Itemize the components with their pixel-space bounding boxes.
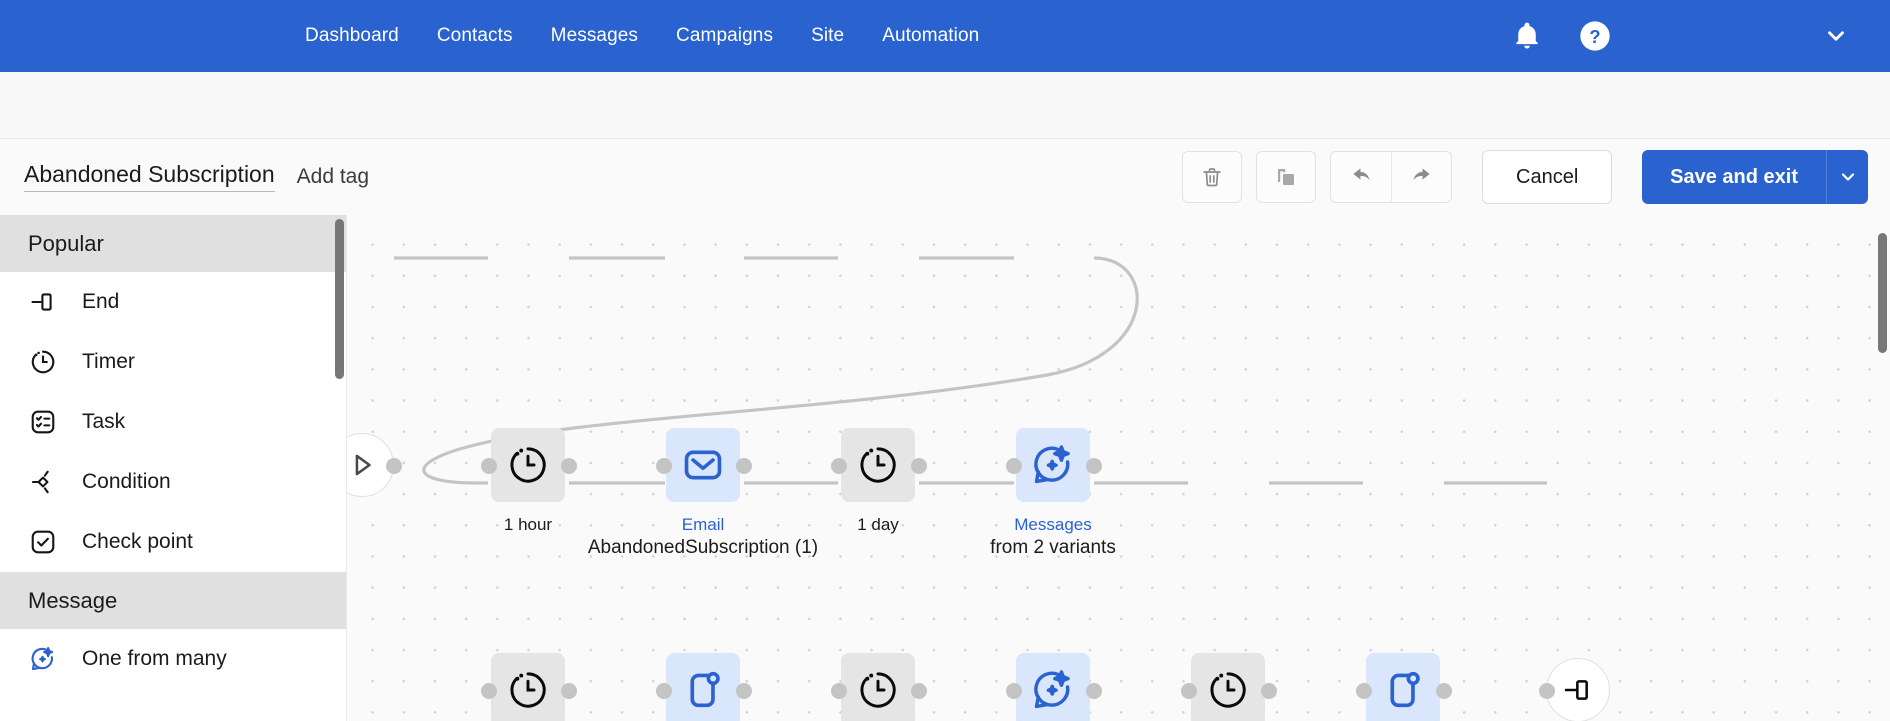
port-t5-in[interactable]	[1181, 683, 1197, 699]
port-t3-out[interactable]	[561, 683, 577, 699]
sidebar-group-message-header: Message	[0, 572, 346, 629]
toolbar-actions: Cancel Save and exit	[1182, 150, 1868, 204]
sidebar-item-label: Timer	[82, 350, 135, 373]
port-end-in[interactable]	[1539, 683, 1555, 699]
bell-icon[interactable]	[1510, 19, 1544, 53]
redo-button[interactable]	[1391, 152, 1451, 202]
help-icon[interactable]: ?	[1578, 19, 1612, 53]
port-m4-in[interactable]	[1006, 683, 1022, 699]
editor-toolbar: Abandoned Subscription Add tag Cancel Sa…	[0, 139, 1890, 215]
blocks-sidebar: Popular End Timer Task Condition Check p…	[0, 215, 347, 721]
port-t4-out[interactable]	[911, 683, 927, 699]
timer-icon	[28, 347, 58, 377]
add-tag-button[interactable]: Add tag	[297, 165, 369, 189]
sidebar-group-popular-header: Popular	[0, 215, 346, 272]
nav-right-group: ?	[1510, 0, 1890, 72]
sidebar-item-task[interactable]: Task	[0, 392, 346, 452]
delete-button[interactable]	[1182, 151, 1243, 203]
nav-link-campaigns[interactable]: Campaigns	[676, 25, 773, 47]
port-m5-out[interactable]	[1436, 683, 1452, 699]
port-t1-in[interactable]	[481, 458, 497, 474]
condition-icon	[28, 467, 58, 497]
port-m1-in[interactable]	[656, 458, 672, 474]
account-chevron-down-icon[interactable]	[1816, 16, 1856, 56]
port-t2-out[interactable]	[911, 458, 927, 474]
flow-node-mobile-push-2[interactable]	[1366, 653, 1440, 721]
port-t1-out[interactable]	[561, 458, 577, 474]
port-m2-in[interactable]	[1006, 458, 1022, 474]
undo-redo-group	[1330, 151, 1453, 203]
sidebar-item-label: Condition	[82, 470, 171, 493]
save-chevron-down-icon[interactable]	[1826, 150, 1868, 204]
copy-button[interactable]	[1256, 151, 1317, 203]
port-m4-out[interactable]	[1086, 683, 1102, 699]
port-m2-out[interactable]	[1086, 458, 1102, 474]
flow-node-timer-1-hour-label: 1 hour	[503, 515, 553, 534]
nav-link-site[interactable]: Site	[811, 25, 844, 47]
flow-node-timer-1-day-top-label: 1 day	[857, 515, 899, 534]
save-and-exit-button[interactable]: Save and exit	[1642, 150, 1826, 204]
end-icon	[28, 287, 58, 317]
port-m3-out[interactable]	[736, 683, 752, 699]
sidebar-item-label: One from many	[82, 647, 227, 670]
port-m3-in[interactable]	[656, 683, 672, 699]
flow-node-end[interactable]	[1546, 658, 1610, 721]
flow-node-timer-1-hour[interactable]	[491, 428, 565, 502]
port-t5-out[interactable]	[1261, 683, 1277, 699]
flow-node-mobile-push-1[interactable]	[666, 653, 740, 721]
port-start-out[interactable]	[386, 458, 402, 474]
undo-button[interactable]	[1331, 152, 1391, 202]
port-t2-in[interactable]	[831, 458, 847, 474]
flow-node-email-type: Email	[681, 515, 725, 534]
port-t4-in[interactable]	[831, 683, 847, 699]
editor-body: Popular End Timer Task Condition Check p…	[0, 215, 1890, 721]
top-navbar: Dashboard Contacts Messages Campaigns Si…	[0, 0, 1890, 72]
flow-node-email[interactable]	[666, 428, 740, 502]
sidebar-item-label: Check point	[82, 530, 193, 553]
sidebar-item-check-point[interactable]: Check point	[0, 512, 346, 572]
secondary-bar	[0, 72, 1890, 139]
cancel-button[interactable]: Cancel	[1482, 150, 1613, 204]
sidebar-item-condition[interactable]: Condition	[0, 452, 346, 512]
one-from-many-icon	[28, 644, 58, 674]
flow-node-messages-2-type: Messages	[1014, 515, 1092, 534]
nav-links: Dashboard Contacts Messages Campaigns Si…	[305, 25, 979, 47]
flow-node-messages-2-name: from 2 variants	[990, 537, 1116, 558]
flow-node-timer-1-day-top[interactable]	[841, 428, 915, 502]
sidebar-scrollbar[interactable]	[335, 219, 344, 379]
sidebar-item-timer[interactable]: Timer	[0, 332, 346, 392]
nav-link-messages[interactable]: Messages	[551, 25, 638, 47]
flow-node-timer-2-days-first[interactable]	[841, 653, 915, 721]
nav-link-automation[interactable]: Automation	[882, 25, 979, 47]
sidebar-item-label: Task	[82, 410, 126, 433]
save-group: Save and exit	[1642, 150, 1868, 204]
flow-node-messages-3-variants[interactable]	[1016, 653, 1090, 721]
canvas-scrollbar[interactable]	[1878, 233, 1887, 353]
flow-node-messages-2-variants[interactable]	[1016, 428, 1090, 502]
svg-text:?: ?	[1589, 26, 1600, 47]
sidebar-item-one-from-many[interactable]: One from many	[0, 629, 346, 689]
flow-canvas[interactable]: 1 hour Email AbandonedSubscription (1) 1…	[347, 215, 1890, 721]
task-icon	[28, 407, 58, 437]
port-m1-out[interactable]	[736, 458, 752, 474]
flow-node-email-name: AbandonedSubscription (1)	[587, 537, 819, 558]
flow-edges	[394, 256, 1547, 485]
nav-link-dashboard[interactable]: Dashboard	[305, 25, 399, 47]
sidebar-item-end[interactable]: End	[0, 272, 346, 332]
page-title[interactable]: Abandoned Subscription	[24, 162, 275, 192]
port-m5-in[interactable]	[1356, 683, 1372, 699]
nav-link-contacts[interactable]: Contacts	[437, 25, 513, 47]
port-t3-in[interactable]	[481, 683, 497, 699]
flow-node-timer-2-days-second[interactable]	[1191, 653, 1265, 721]
check-point-icon	[28, 527, 58, 557]
sidebar-item-label: End	[82, 290, 120, 313]
flow-node-timer-1-day-bottom[interactable]	[491, 653, 565, 721]
